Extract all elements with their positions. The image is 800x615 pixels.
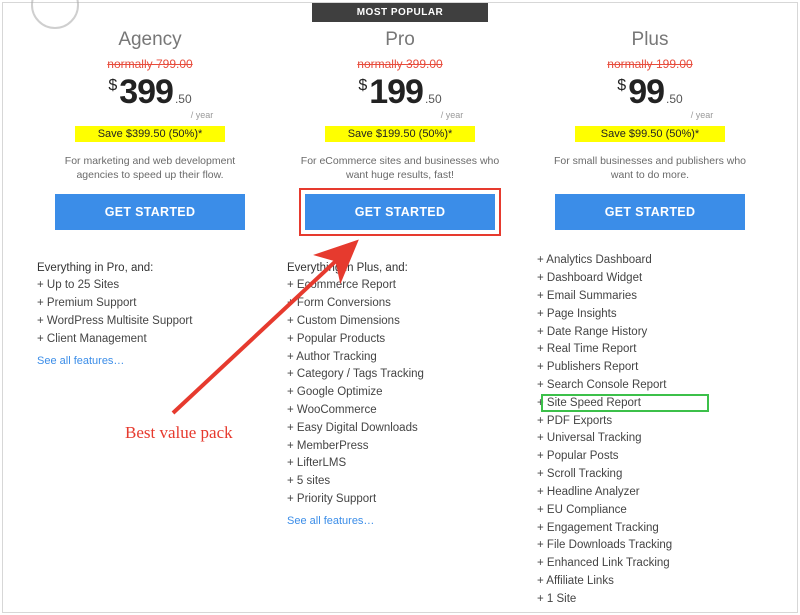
feature-item: EU Compliance — [537, 502, 763, 520]
cents: .50 — [175, 92, 192, 106]
feature-item: Search Console Report — [537, 377, 763, 395]
feature-item: Enhanced Link Tracking — [537, 555, 763, 573]
save-badge: Save $99.50 (50%)* — [575, 126, 725, 142]
cents: .50 — [425, 92, 442, 106]
feature-item: Date Range History — [537, 324, 763, 342]
plan-desc: For small businesses and publishers who … — [550, 154, 750, 182]
plan-name: Agency — [37, 29, 263, 51]
feature-item: Dashboard Widget — [537, 270, 763, 288]
feature-item: Category / Tags Tracking — [287, 366, 513, 384]
feature-item: LifterLMS — [287, 455, 513, 473]
feature-item: Email Summaries — [537, 288, 763, 306]
feature-item: WooCommerce — [287, 402, 513, 420]
feature-item: Page Insights — [537, 306, 763, 324]
feature-item: Premium Support — [37, 295, 263, 313]
plan-price: $199.50 — [287, 73, 513, 112]
feature-item: Popular Products — [287, 331, 513, 349]
feature-item: Easy Digital Downloads — [287, 420, 513, 438]
feature-item: Author Tracking — [287, 349, 513, 367]
plan-price: $399.50 — [37, 73, 263, 112]
feature-item: Engagement Tracking — [537, 520, 763, 538]
currency: $ — [108, 77, 117, 94]
feature-item: Publishers Report — [537, 359, 763, 377]
feature-item: Custom Dimensions — [287, 313, 513, 331]
feature-item: Priority Support — [287, 491, 513, 509]
feature-item: WordPress Multisite Support — [37, 313, 263, 331]
feature-item: 1 Site — [537, 591, 763, 609]
feature-item: Universal Tracking — [537, 430, 763, 448]
pricing-columns: Agency normally 799.00 $399.50 / year Sa… — [3, 3, 797, 612]
plan-agency: Agency normally 799.00 $399.50 / year Sa… — [25, 3, 275, 606]
cta-wrap: GET STARTED — [305, 194, 495, 230]
plan-normal-price: normally 799.00 — [37, 57, 263, 71]
feature-list: Analytics DashboardDashboard WidgetEmail… — [537, 252, 763, 608]
amount: 199 — [369, 73, 423, 111]
plan-normal-price: normally 199.00 — [537, 57, 763, 71]
save-badge: Save $199.50 (50%)* — [325, 126, 475, 142]
feature-item: Site Speed Report — [537, 395, 763, 413]
cents: .50 — [666, 92, 683, 106]
get-started-button[interactable]: GET STARTED — [55, 194, 245, 230]
amount: 399 — [119, 73, 173, 111]
feature-item: Up to 25 Sites — [37, 277, 263, 295]
feature-item: Google Optimize — [287, 384, 513, 402]
plan-desc: For eCommerce sites and businesses who w… — [300, 154, 500, 182]
feature-list: Ecommerce ReportForm ConversionsCustom D… — [287, 277, 513, 509]
feature-item: Real Time Report — [537, 341, 763, 359]
feature-item: Popular Posts — [537, 448, 763, 466]
get-started-button[interactable]: GET STARTED — [555, 194, 745, 230]
currency: $ — [358, 77, 367, 94]
feature-item: Client Management — [37, 331, 263, 349]
get-started-button[interactable]: GET STARTED — [305, 194, 495, 230]
plan-plus: Plus normally 199.00 $99.50 / year Save … — [525, 3, 775, 606]
most-popular-badge: MOST POPULAR — [312, 3, 488, 22]
feature-item: Form Conversions — [287, 295, 513, 313]
plan-price: $99.50 — [537, 73, 763, 112]
amount: 99 — [628, 73, 664, 111]
cta-wrap: GET STARTED — [55, 194, 245, 230]
plan-normal-price: normally 399.00 — [287, 57, 513, 71]
currency: $ — [617, 77, 626, 94]
feature-item: Analytics Dashboard — [537, 252, 763, 270]
see-all-link[interactable]: See all features… — [287, 515, 374, 527]
feature-item: MemberPress — [287, 438, 513, 456]
plan-pro: MOST POPULAR Pro normally 399.00 $199.50… — [275, 3, 525, 606]
features-lead: Everything in Pro, and: — [37, 262, 263, 274]
feature-item: Ecommerce Report — [287, 277, 513, 295]
features-lead: Everything in Plus, and: — [287, 262, 513, 274]
feature-list: Up to 25 SitesPremium SupportWordPress M… — [37, 277, 263, 348]
cta-wrap: GET STARTED — [555, 194, 745, 230]
plan-name: Plus — [537, 29, 763, 51]
save-badge: Save $399.50 (50%)* — [75, 126, 225, 142]
see-all-link[interactable]: See all features… — [37, 355, 124, 367]
pricing-panel: Agency normally 799.00 $399.50 / year Sa… — [2, 2, 798, 613]
annotation-text: Best value pack — [125, 423, 233, 443]
feature-item: Scroll Tracking — [537, 466, 763, 484]
feature-item: File Downloads Tracking — [537, 537, 763, 555]
feature-item: Affiliate Links — [537, 573, 763, 591]
plan-name: Pro — [287, 29, 513, 51]
feature-item: PDF Exports — [537, 413, 763, 431]
feature-item: 5 sites — [287, 473, 513, 491]
plan-desc: For marketing and web development agenci… — [50, 154, 250, 182]
feature-item: Headline Analyzer — [537, 484, 763, 502]
